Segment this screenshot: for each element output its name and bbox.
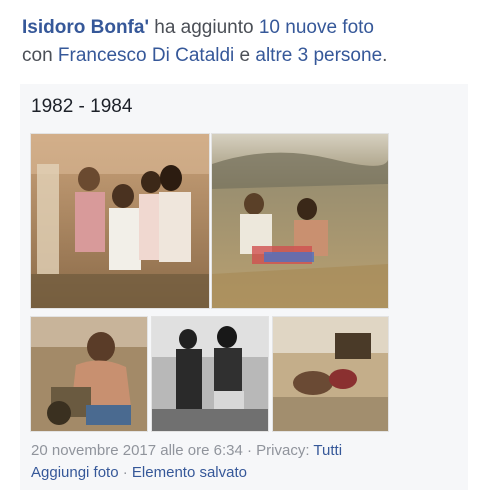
- photo-man-shirtless[interactable]: [30, 316, 148, 432]
- action-text: ha aggiunto: [148, 17, 259, 38]
- and-text: e: [234, 45, 256, 66]
- timestamp-link[interactable]: 20 novembre 2017 alle ore 6:34: [31, 442, 243, 459]
- tagged-person-link[interactable]: Francesco Di Cataldi: [58, 45, 234, 66]
- photo-rest-on-ground-image: [273, 317, 388, 431]
- photo-rest-on-ground[interactable]: [272, 316, 389, 432]
- photo-field-repair-image: [212, 134, 388, 308]
- post-actions: Aggiungi foto · Elemento salvato: [31, 464, 247, 481]
- photo-group-children[interactable]: [30, 133, 210, 309]
- actions-separator: ·: [118, 464, 132, 481]
- photo-black-white-group-image: [152, 317, 268, 431]
- add-photo-link[interactable]: Aggiungi foto: [31, 464, 119, 481]
- album-title[interactable]: 1982 - 1984: [31, 96, 132, 118]
- meta-separator: ·: [242, 442, 257, 459]
- saved-item-link[interactable]: Elemento salvato: [132, 464, 247, 481]
- privacy-value-link[interactable]: Tutti: [313, 442, 342, 459]
- post-header: Isidoro Bonfa' ha aggiunto 10 nuove foto…: [22, 14, 482, 70]
- new-photos-link[interactable]: 10 nuove foto: [259, 17, 374, 38]
- privacy-label: Privacy:: [256, 442, 314, 459]
- post-meta: 20 novembre 2017 alle ore 6:34 · Privacy…: [31, 442, 342, 459]
- author-link[interactable]: Isidoro Bonfa': [22, 17, 149, 38]
- end-punct: .: [382, 45, 388, 66]
- album-card: 1982 - 1984 20 novembre 2017 alle ore 6:…: [20, 84, 468, 490]
- with-text: con: [22, 45, 58, 66]
- other-people-link[interactable]: altre 3 persone: [255, 45, 382, 66]
- photo-group-children-image: [31, 134, 209, 308]
- photo-man-shirtless-image: [31, 317, 147, 431]
- photo-black-white-group[interactable]: [151, 316, 269, 432]
- photo-field-repair[interactable]: [211, 133, 389, 309]
